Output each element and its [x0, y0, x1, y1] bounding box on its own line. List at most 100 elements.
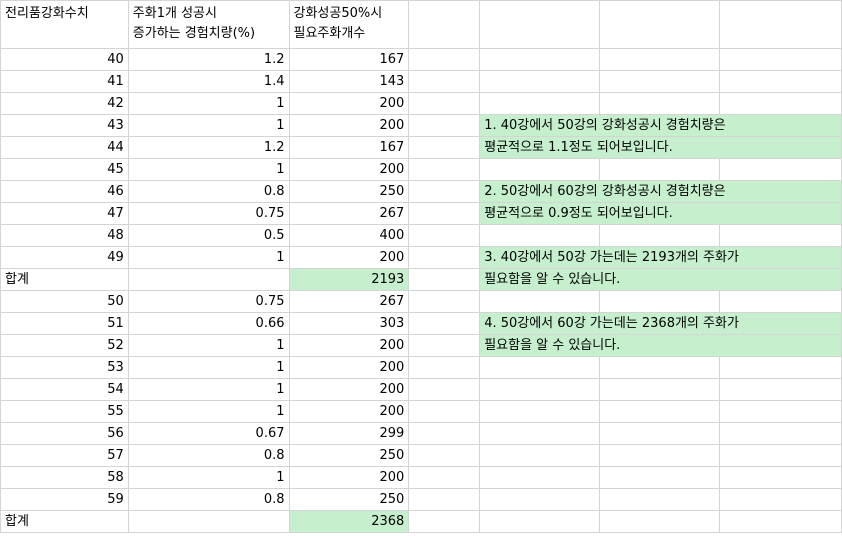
exp-gain-cell[interactable]: 0.8	[127, 488, 290, 511]
empty-cell[interactable]	[599, 290, 721, 313]
coins-needed-cell[interactable]: 250	[288, 180, 410, 203]
enhance-level-cell[interactable]: 48	[0, 224, 129, 247]
enhance-level-cell[interactable]: 52	[0, 334, 129, 357]
note-line[interactable]: 필요함을 알 수 있습니다.	[479, 334, 842, 357]
empty-cell[interactable]	[479, 488, 601, 511]
empty-cell[interactable]	[719, 510, 842, 533]
empty-cell[interactable]	[719, 422, 842, 445]
empty-cell[interactable]	[599, 224, 721, 247]
empty-cell[interactable]	[719, 224, 842, 247]
exp-gain-cell[interactable]: 0.67	[127, 422, 290, 445]
note-line[interactable]: 4. 50강에서 60강 가는데는 2368개의 주화가	[479, 312, 842, 335]
exp-gain-cell[interactable]	[127, 510, 290, 533]
empty-cell[interactable]	[408, 378, 481, 401]
note-line[interactable]: 3. 40강에서 50강 가는데는 2193개의 주화가	[479, 246, 842, 269]
total-label-cell[interactable]: 합계	[0, 510, 129, 533]
empty-cell[interactable]	[479, 224, 601, 247]
note-line[interactable]: 2. 50강에서 60강의 강화성공시 경험치량은	[479, 180, 842, 203]
coins-needed-cell[interactable]: 200	[288, 400, 410, 423]
empty-cell[interactable]	[408, 92, 481, 115]
total-coins-cell[interactable]: 2368	[288, 510, 410, 533]
empty-cell[interactable]	[408, 114, 481, 137]
empty-cell[interactable]	[479, 0, 601, 49]
enhance-level-cell[interactable]: 55	[0, 400, 129, 423]
empty-cell[interactable]	[408, 290, 481, 313]
enhance-level-cell[interactable]: 58	[0, 466, 129, 489]
empty-cell[interactable]	[479, 400, 601, 423]
empty-cell[interactable]	[408, 312, 481, 335]
empty-cell[interactable]	[479, 92, 601, 115]
empty-cell[interactable]	[599, 92, 721, 115]
exp-gain-cell[interactable]: 0.8	[127, 180, 290, 203]
coins-needed-cell[interactable]: 200	[288, 114, 410, 137]
exp-gain-cell[interactable]: 1	[127, 378, 290, 401]
enhance-level-cell[interactable]: 42	[0, 92, 129, 115]
exp-gain-cell[interactable]: 0.75	[127, 202, 290, 225]
coins-needed-cell[interactable]: 200	[288, 158, 410, 181]
enhance-level-cell[interactable]: 51	[0, 312, 129, 335]
exp-gain-cell[interactable]: 0.66	[127, 312, 290, 335]
empty-cell[interactable]	[719, 466, 842, 489]
empty-cell[interactable]	[719, 70, 842, 93]
empty-cell[interactable]	[719, 488, 842, 511]
empty-cell[interactable]	[479, 510, 601, 533]
enhance-level-cell[interactable]: 54	[0, 378, 129, 401]
empty-cell[interactable]	[599, 444, 721, 467]
enhance-level-cell[interactable]: 50	[0, 290, 129, 313]
empty-cell[interactable]	[479, 466, 601, 489]
exp-gain-cell[interactable]: 1	[127, 356, 290, 379]
coins-needed-cell[interactable]: 167	[288, 136, 410, 159]
coins-needed-cell[interactable]: 250	[288, 444, 410, 467]
enhance-level-cell[interactable]: 43	[0, 114, 129, 137]
empty-cell[interactable]	[408, 246, 481, 269]
empty-cell[interactable]	[719, 158, 842, 181]
empty-cell[interactable]	[599, 48, 721, 71]
exp-gain-cell[interactable]	[127, 268, 290, 291]
empty-cell[interactable]	[408, 422, 481, 445]
empty-cell[interactable]	[599, 356, 721, 379]
enhance-level-cell[interactable]: 40	[0, 48, 129, 71]
empty-cell[interactable]	[599, 70, 721, 93]
empty-cell[interactable]	[719, 378, 842, 401]
coins-needed-cell[interactable]: 200	[288, 378, 410, 401]
empty-cell[interactable]	[479, 422, 601, 445]
enhance-level-cell[interactable]: 49	[0, 246, 129, 269]
empty-cell[interactable]	[599, 0, 721, 49]
empty-cell[interactable]	[408, 48, 481, 71]
note-line[interactable]: 평균적으로 0.9정도 되어보입니다.	[479, 202, 842, 225]
coins-needed-cell[interactable]: 267	[288, 290, 410, 313]
exp-gain-cell[interactable]: 1	[127, 334, 290, 357]
empty-cell[interactable]	[599, 400, 721, 423]
empty-cell[interactable]	[408, 70, 481, 93]
empty-cell[interactable]	[599, 466, 721, 489]
coins-needed-cell[interactable]: 267	[288, 202, 410, 225]
empty-cell[interactable]	[479, 70, 601, 93]
exp-gain-cell[interactable]: 0.5	[127, 224, 290, 247]
coins-needed-cell[interactable]: 143	[288, 70, 410, 93]
exp-gain-cell[interactable]: 0.75	[127, 290, 290, 313]
empty-cell[interactable]	[719, 444, 842, 467]
empty-cell[interactable]	[719, 92, 842, 115]
empty-cell[interactable]	[599, 510, 721, 533]
enhance-level-cell[interactable]: 47	[0, 202, 129, 225]
empty-cell[interactable]	[408, 510, 481, 533]
empty-cell[interactable]	[408, 488, 481, 511]
empty-cell[interactable]	[719, 48, 842, 71]
note-line[interactable]: 필요함을 알 수 있습니다.	[479, 268, 842, 291]
empty-cell[interactable]	[408, 0, 481, 49]
empty-cell[interactable]	[408, 180, 481, 203]
empty-cell[interactable]	[408, 268, 481, 291]
empty-cell[interactable]	[479, 290, 601, 313]
empty-cell[interactable]	[408, 356, 481, 379]
coins-needed-cell[interactable]: 200	[288, 466, 410, 489]
empty-cell[interactable]	[408, 202, 481, 225]
exp-gain-cell[interactable]: 0.8	[127, 444, 290, 467]
coins-needed-cell[interactable]: 167	[288, 48, 410, 71]
empty-cell[interactable]	[719, 400, 842, 423]
empty-cell[interactable]	[479, 444, 601, 467]
coins-needed-cell[interactable]: 303	[288, 312, 410, 335]
enhance-level-cell[interactable]: 44	[0, 136, 129, 159]
coins-needed-cell[interactable]: 200	[288, 246, 410, 269]
empty-cell[interactable]	[599, 158, 721, 181]
empty-cell[interactable]	[599, 488, 721, 511]
